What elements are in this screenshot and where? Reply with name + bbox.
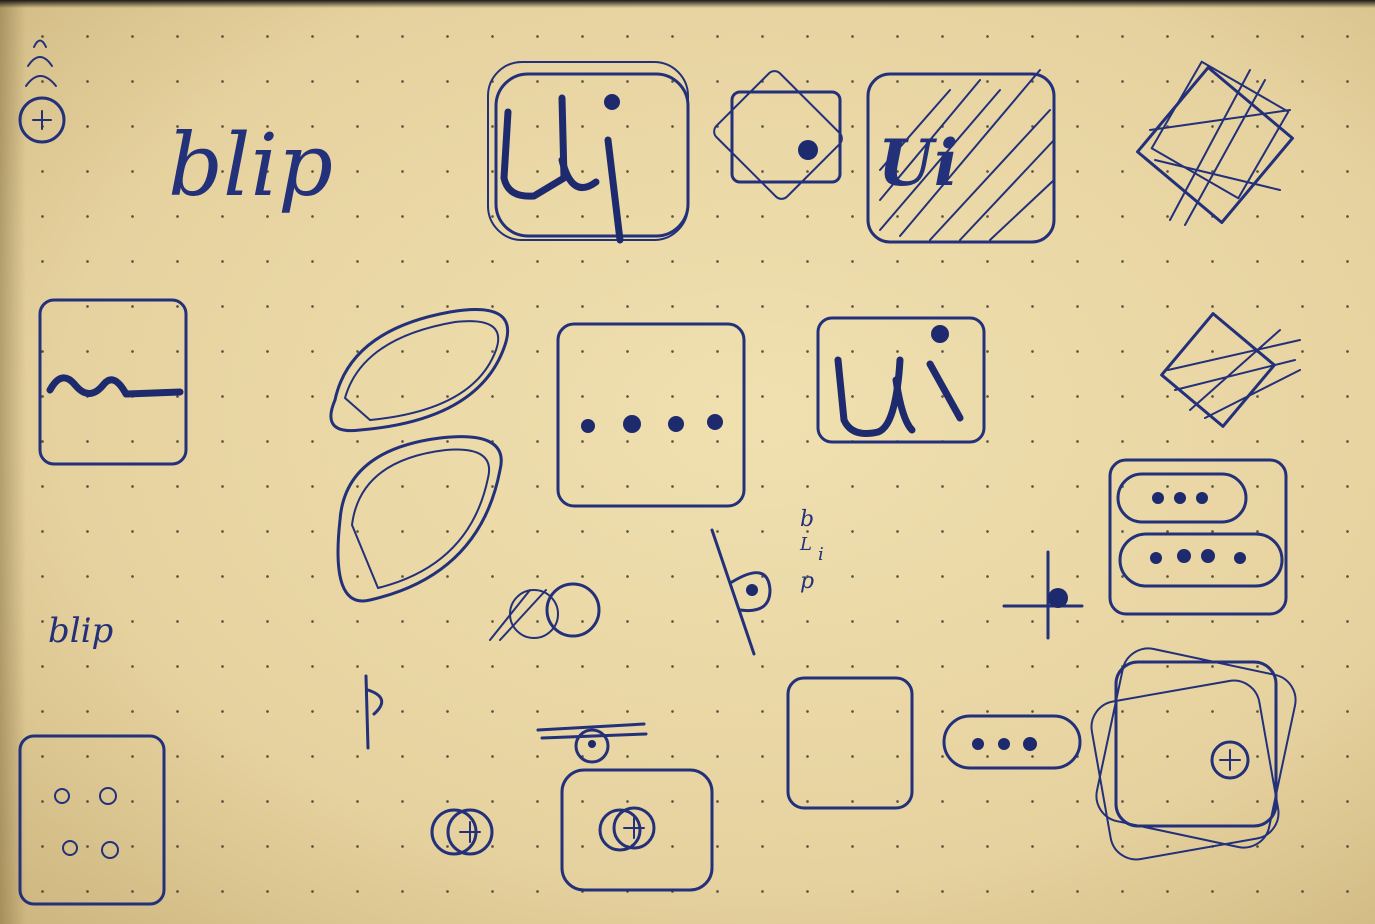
empty-square-sketch: [786, 676, 914, 810]
crosshair-dot-sketch: [1002, 550, 1084, 640]
blip-letter-i: i: [818, 544, 824, 565]
four-dots-card-sketch: [556, 322, 746, 508]
slash-circle-sketch: [710, 528, 772, 656]
wave-card-sketch: [38, 298, 188, 466]
ui-logo-sketch-bold: [487, 61, 690, 244]
hatched-diamond-sketch: [1160, 312, 1301, 428]
ui-letters-hatched: Ui: [878, 126, 958, 201]
scribbled-stack-sketch: [1136, 60, 1294, 226]
blip-letter-p: p: [800, 569, 814, 594]
leaf-petals-sketch: [329, 308, 510, 603]
ui-logo-sketch-hatched: Ui: [866, 69, 1056, 244]
stacked-cards-plus-sketch: [1090, 647, 1297, 861]
four-circles-card-sketch: [18, 734, 166, 906]
underline-dot-sketch: [536, 722, 648, 764]
double-plus-circle-sketch: [430, 808, 494, 856]
blip-handwriting: blip: [168, 116, 333, 216]
pill-card-sketch: [1108, 458, 1288, 616]
notebook-page-photo: blip Ui b L i p blip: [0, 0, 1375, 924]
blip-vertical-letters: b L i p: [799, 507, 824, 594]
sketch-layer: blip Ui b L i p blip: [18, 39, 1301, 906]
blip-handwriting-small: blip: [48, 611, 113, 651]
ui-logo-sketch-outline: [816, 316, 986, 444]
stacked-cards-sketch: [713, 70, 843, 200]
blip-letter-b: b: [800, 507, 814, 532]
p-glyph-sketch: [364, 674, 384, 750]
blip-letter-l: L: [799, 534, 812, 555]
three-dots-pill-sketch: [942, 714, 1082, 770]
plus-circles-card-sketch: [560, 768, 714, 892]
overlapping-circles-sketch: [489, 582, 601, 641]
stacked-plus-icon-sketch: [18, 39, 66, 144]
